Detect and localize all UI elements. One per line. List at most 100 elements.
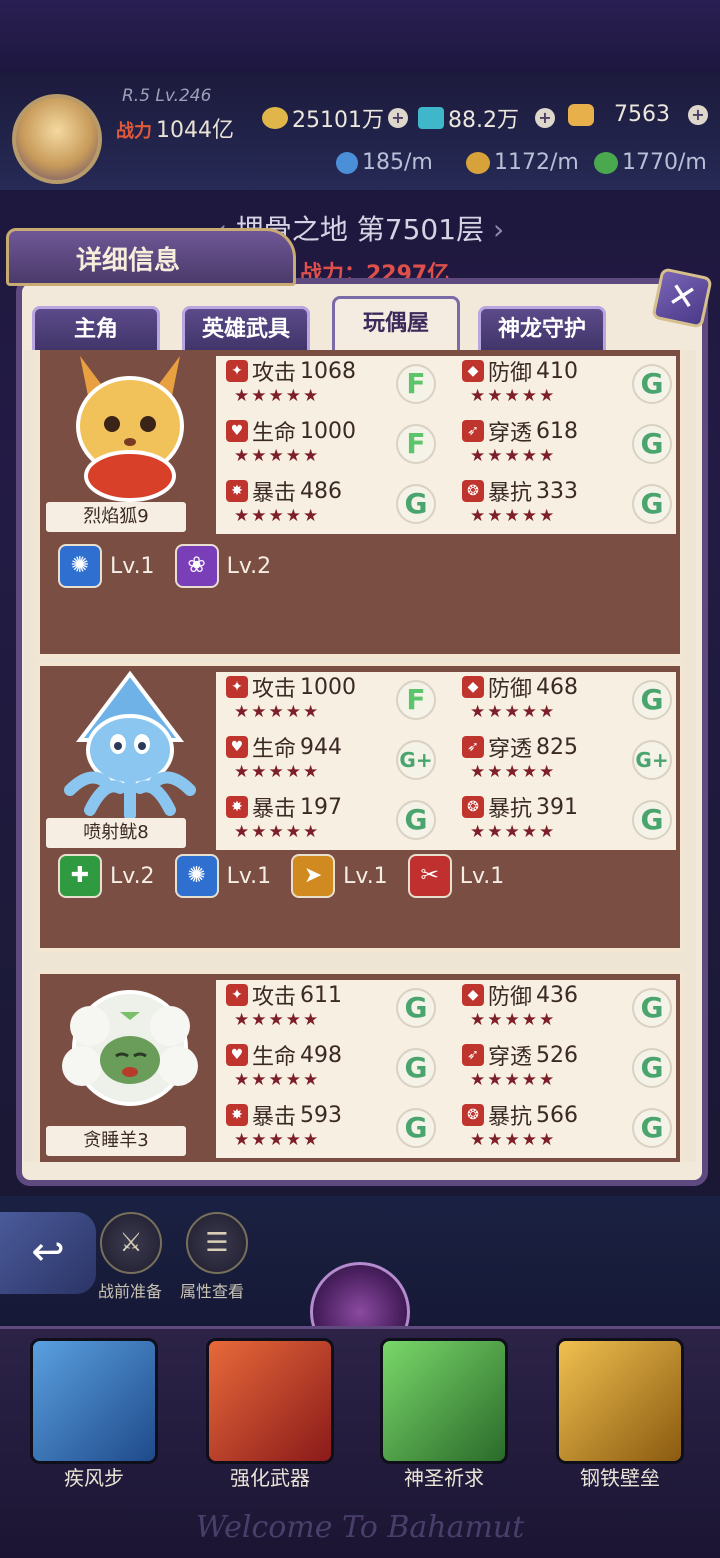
- hp-icon: ♥: [226, 1044, 248, 1066]
- grade-badge: G: [632, 680, 672, 720]
- grade-badge: F: [396, 364, 436, 404]
- player-power: 战力 1044亿: [116, 112, 234, 144]
- doll-card: 贪睡羊3 ✦ 攻击 611 ★★★★★ G ◆ 防御 436 ★★★★★ G ♥ 生命 49…: [36, 970, 684, 1162]
- crit-resist-icon: ❂: [462, 796, 484, 818]
- tab-hero-gear[interactable]: 英雄武具: [182, 306, 310, 352]
- skill-item[interactable]: ✺ Lv.1: [174, 854, 271, 898]
- stat-penetration: ➶ 穿透 825 ★★★★★ G+: [462, 732, 678, 790]
- defense-icon: ◆: [462, 676, 484, 698]
- grade-badge: G: [632, 424, 672, 464]
- grade-badge: G: [396, 988, 436, 1028]
- exp-rate: 1770/m: [594, 150, 707, 175]
- doll-name: 贪睡羊3: [46, 1126, 186, 1156]
- stat-defense: ◆ 防御 436 ★★★★★ G: [462, 980, 678, 1038]
- grade-badge: F: [396, 424, 436, 464]
- attack-icon: ✦: [226, 676, 248, 698]
- tab-dragon-guard[interactable]: 神龙守护: [478, 306, 606, 352]
- grade-badge: G: [396, 1048, 436, 1088]
- grade-badge: G: [632, 1108, 672, 1148]
- skill-item[interactable]: ➤ Lv.1: [291, 854, 388, 898]
- doll-name: 喷射鱿8: [46, 818, 186, 848]
- stat-crit: ✸ 暴击 486 ★★★★★ G: [226, 476, 442, 534]
- grade-badge: G: [632, 1048, 672, 1088]
- gold-rate: 1172/m: [466, 150, 579, 175]
- gem-icon: [418, 107, 444, 129]
- panel-title: 详细信息: [76, 246, 181, 276]
- dash-skill-icon: ➤: [291, 854, 336, 898]
- doll-list[interactable]: 烈焰狐9 ✦ 攻击 1068 ★★★★★ F ◆ 防御 410 ★★★★★ G ♥ 生命 1…: [24, 350, 696, 1162]
- skill-item[interactable]: ✚ Lv.2: [58, 854, 155, 898]
- battle-prep-label: 战前准备: [98, 1282, 163, 1301]
- gold-rate-value: 1172/m: [494, 150, 579, 175]
- slot-label: 疾风步: [64, 1466, 124, 1490]
- stat-attack: ✦ 攻击 611 ★★★★★ G: [226, 980, 442, 1038]
- battle-prep-button[interactable]: ⚔: [100, 1212, 162, 1274]
- skill-item[interactable]: ✂ Lv.1: [407, 854, 504, 898]
- slot-label: 神圣祈求: [404, 1466, 484, 1490]
- hp-icon: ♥: [226, 420, 248, 442]
- skill-slot-wind[interactable]: [30, 1338, 158, 1464]
- doll-stats: ✦ 攻击 1000 ★★★★★ F ◆ 防御 468 ★★★★★ G ♥ 生命 944 ★★…: [216, 672, 676, 850]
- skill-item[interactable]: ❀ Lv.2: [174, 544, 271, 588]
- stat-crit: ✸ 暴击 197 ★★★★★ G: [226, 792, 442, 850]
- stat-crit-resist: ❂ 暴抗 566 ★★★★★ G: [462, 1100, 678, 1158]
- crit-resist-icon: ❂: [462, 1104, 484, 1126]
- tab-dollhouse[interactable]: 玩偶屋: [332, 296, 460, 352]
- defense-icon: ◆: [462, 984, 484, 1006]
- gold-value: 25101万: [292, 108, 384, 133]
- stat-penetration: ➶ 穿透 618 ★★★★★ G: [462, 416, 678, 474]
- doll-card: 烈焰狐9 ✦ 攻击 1068 ★★★★★ F ◆ 防御 410 ★★★★★ G ♥ 生命 1…: [36, 350, 684, 658]
- penetration-icon: ➶: [462, 736, 484, 758]
- swirl-skill-icon: ✺: [58, 544, 102, 588]
- gold-rate-icon: [466, 151, 490, 174]
- attribute-view-label: 属性查看: [180, 1282, 245, 1301]
- stat-crit: ✸ 暴击 593 ★★★★★ G: [226, 1100, 442, 1158]
- back-arrow-icon[interactable]: ↩: [0, 1212, 96, 1294]
- power-value: 1044亿: [156, 118, 234, 143]
- doll-stats: ✦ 攻击 611 ★★★★★ G ◆ 防御 436 ★★★★★ G ♥ 生命 498 ★★★…: [216, 980, 676, 1158]
- skill-slot-prayer[interactable]: [380, 1338, 508, 1464]
- player-level: R.5 Lv.246: [122, 86, 212, 106]
- skill-item[interactable]: ✺ Lv.1: [58, 544, 155, 588]
- attribute-view-button[interactable]: ☰: [186, 1212, 248, 1274]
- penetration-icon: ➶: [462, 1044, 484, 1066]
- grade-badge: G: [632, 484, 672, 524]
- crystal-resource: 7563 +: [568, 102, 708, 127]
- gem-value: 88.2万: [448, 108, 519, 133]
- gem-rate-icon: [336, 151, 358, 174]
- add-gem-button[interactable]: +: [535, 108, 555, 128]
- doll-name: 烈焰狐9: [46, 502, 186, 532]
- grade-badge: G: [396, 484, 436, 524]
- skill-slot-iron-wall[interactable]: [556, 1338, 684, 1464]
- tab-hero[interactable]: 主角: [32, 306, 160, 352]
- grade-badge: G+: [632, 740, 672, 780]
- footer-banner: Welcome To Bahamut: [195, 1510, 525, 1545]
- crystal-icon: [568, 103, 594, 126]
- attack-icon: ✦: [226, 984, 248, 1006]
- grade-badge: F: [396, 680, 436, 720]
- add-crystal-button[interactable]: +: [688, 104, 708, 125]
- heal-skill-icon: ✚: [58, 854, 102, 898]
- doll-card: 喷射鱿8 ✦ 攻击 1000 ★★★★★ F ◆ 防御 468 ★★★★★ G ♥ 生命 9…: [36, 662, 684, 952]
- stat-hp: ♥ 生命 498 ★★★★★ G: [226, 1040, 442, 1098]
- exp-rate-value: 1770/m: [622, 150, 707, 175]
- gem-rate-value: 185/m: [362, 150, 433, 175]
- crit-icon: ✸: [226, 796, 248, 818]
- doll-skills: ✚ Lv.2 ✺ Lv.1 ➤ Lv.1 ✂ Lv.1: [58, 854, 678, 898]
- grade-badge: G: [396, 1108, 436, 1148]
- stage-next-icon[interactable]: ›: [493, 213, 504, 246]
- grade-badge: G+: [396, 740, 436, 780]
- gem-resource: 88.2万 +: [418, 102, 555, 134]
- skill-slot-weapon[interactable]: [206, 1338, 334, 1464]
- hp-icon: ♥: [226, 736, 248, 758]
- sleepy-sheep-portrait: [50, 978, 210, 1138]
- crit-resist-icon: ❂: [462, 480, 484, 502]
- stat-crit-resist: ❂ 暴抗 333 ★★★★★ G: [462, 476, 678, 534]
- stat-hp: ♥ 生命 944 ★★★★★ G+: [226, 732, 442, 790]
- jet-squid-portrait: [50, 670, 210, 830]
- stat-defense: ◆ 防御 468 ★★★★★ G: [462, 672, 678, 730]
- add-gold-button[interactable]: +: [388, 108, 408, 128]
- player-avatar[interactable]: [12, 94, 102, 184]
- close-button[interactable]: ✕: [651, 267, 713, 329]
- fire-fox-portrait: [50, 350, 210, 506]
